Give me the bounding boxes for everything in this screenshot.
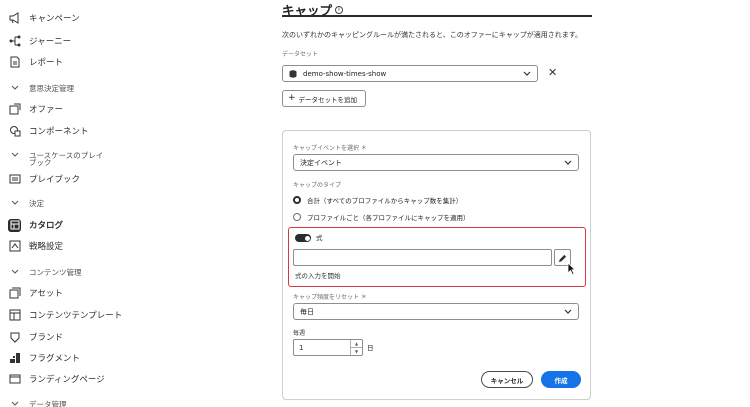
radio-unselected-icon: [293, 213, 301, 221]
sidebar-item-label: コンポーネント: [29, 127, 89, 137]
section-label: データ管理: [29, 399, 67, 407]
component-icon: [8, 125, 21, 138]
sidebar: キャンペーン ジャーニー レポート 意思決定管理 オファー コンポーネント ユー…: [0, 0, 250, 407]
chevron-down-icon: [8, 200, 21, 206]
every-label: 毎週: [293, 330, 306, 337]
template-icon: [8, 309, 21, 322]
sidebar-item-label: アセット: [29, 289, 63, 299]
radio-selected-icon: [293, 196, 301, 204]
radio-label: 合計（すべてのプロファイルからキャップ数を集計）: [307, 197, 463, 205]
chevron-down-icon: [8, 85, 21, 91]
section-label: コンテンツ管理: [29, 267, 82, 277]
sidebar-item-catalog[interactable]: カタログ: [8, 215, 63, 235]
chevron-down-icon: [8, 152, 21, 158]
strategy-icon: [8, 240, 21, 253]
sidebar-item-label: カタログ: [29, 221, 64, 231]
sidebar-item-fragments[interactable]: フラグメント: [8, 348, 80, 368]
reset-frequency-select[interactable]: 毎日: [293, 303, 579, 320]
formula-section: 式 式の入力を開始: [288, 227, 586, 287]
cap-type-label: キャップのタイプ: [293, 182, 342, 189]
title-divider: [282, 15, 592, 17]
frequency-unit: 日: [367, 344, 374, 352]
dataset-label: データセット: [282, 51, 319, 58]
sidebar-item-landing-pages[interactable]: ランディングページ: [8, 369, 105, 389]
report-icon: [8, 56, 21, 69]
section-label: 意思決定管理: [29, 83, 74, 93]
sidebar-item-playbooks[interactable]: プレイブック: [8, 169, 80, 189]
reset-frequency-label: キャップ頻度をリセット ＊: [293, 294, 367, 301]
mouse-cursor-icon: [567, 260, 576, 279]
section-data[interactable]: データ管理: [8, 396, 67, 407]
chevron-down-icon: [564, 309, 572, 315]
formula-toggle[interactable]: [295, 234, 311, 242]
database-icon: [289, 69, 297, 78]
sidebar-item-journeys[interactable]: ジャーニー: [8, 31, 71, 51]
brand-icon: [8, 331, 21, 344]
journey-icon: [8, 35, 21, 48]
cap-event-label: キャップイベントを選択 ＊: [293, 145, 367, 152]
chevron-down-icon: [8, 269, 21, 275]
cap-event-select[interactable]: 決定イベント: [293, 154, 579, 171]
plus-icon: +: [288, 93, 296, 103]
sidebar-item-assets[interactable]: アセット: [8, 283, 63, 303]
sidebar-item-label: フラグメント: [29, 354, 81, 364]
landing-page-icon: [8, 373, 21, 386]
info-icon[interactable]: i: [335, 5, 344, 14]
chevron-down-icon: [523, 71, 531, 77]
formula-toggle-label: 式: [316, 234, 323, 242]
chevron-down-icon: [564, 160, 572, 166]
sidebar-item-brands[interactable]: ブランド: [8, 327, 63, 347]
dataset-value: demo-show-times-show: [303, 69, 387, 78]
frequency-stepper[interactable]: 1 ▲ ▼: [293, 339, 363, 356]
add-dataset-label: データセットを追加: [298, 95, 358, 104]
cancel-button[interactable]: キャンセル: [481, 371, 533, 388]
sidebar-item-components[interactable]: コンポーネント: [8, 121, 89, 141]
section-usecase-playbooks[interactable]: ユースケースのプレイ: [8, 147, 103, 163]
offer-icon: [8, 103, 21, 116]
frequency-value: 1: [299, 343, 304, 352]
section-decisioning[interactable]: 意思決定管理: [8, 80, 74, 96]
sidebar-item-label: ランディングページ: [29, 375, 105, 385]
formula-hint: 式の入力を開始: [295, 272, 341, 280]
sidebar-item-content-templates[interactable]: コンテンツテンプレート: [8, 305, 122, 325]
section-decision[interactable]: 決定: [8, 195, 44, 211]
sidebar-item-label: キャンペーン: [29, 14, 80, 24]
sidebar-item-label: ブランド: [29, 333, 64, 343]
pencil-icon: [558, 248, 567, 267]
sidebar-item-reports[interactable]: レポート: [8, 52, 63, 72]
cap-rule-panel: キャップイベントを選択 ＊ 決定イベント キャップのタイプ 合計（すべてのプロフ…: [282, 130, 591, 400]
sidebar-item-label: ジャーニー: [29, 37, 72, 47]
create-button[interactable]: 作成: [541, 371, 581, 388]
cap-type-radio-total[interactable]: 合計（すべてのプロファイルからキャップ数を集計）: [293, 195, 462, 205]
sidebar-item-label: プレイブック: [29, 175, 81, 185]
radio-label: プロファイルごと（各プロファイルにキャップを適用）: [307, 214, 470, 222]
catalog-icon: [8, 218, 21, 232]
fragment-icon: [8, 352, 21, 365]
section-content[interactable]: コンテンツ管理: [8, 264, 82, 280]
sidebar-item-label: オファー: [29, 105, 64, 115]
reset-frequency-value: 毎日: [300, 307, 314, 316]
chevron-up-icon[interactable]: ▲: [351, 340, 362, 347]
asset-icon: [8, 287, 21, 300]
section-label-continued: ブック: [29, 158, 52, 167]
playbook-icon: [8, 173, 21, 186]
remove-dataset-icon[interactable]: ✕: [548, 66, 557, 79]
sidebar-item-strategy[interactable]: 戦略設定: [8, 236, 63, 256]
sidebar-item-label: レポート: [29, 58, 64, 68]
sidebar-item-offers[interactable]: オファー: [8, 99, 63, 119]
stepper-arrows[interactable]: ▲ ▼: [350, 340, 362, 355]
dataset-select[interactable]: demo-show-times-show: [282, 65, 538, 82]
section-label: 決定: [29, 198, 44, 208]
sidebar-item-label: コンテンツテンプレート: [29, 311, 123, 321]
chevron-down-icon: [8, 401, 21, 407]
cap-event-value: 決定イベント: [300, 158, 342, 167]
cap-type-radio-per-profile[interactable]: プロファイルごと（各プロファイルにキャップを適用）: [293, 212, 470, 222]
megaphone-icon: [8, 12, 21, 25]
cap-description: 次のいずれかのキャッピングルールが満たされると、このオファーにキャップが適用され…: [282, 31, 583, 39]
sidebar-item-campaigns[interactable]: キャンペーン: [8, 8, 80, 28]
add-dataset-button[interactable]: + データセットを追加: [282, 90, 366, 107]
chevron-down-icon[interactable]: ▼: [351, 347, 362, 355]
formula-input[interactable]: [293, 249, 552, 266]
sidebar-item-label: 戦略設定: [29, 242, 64, 252]
